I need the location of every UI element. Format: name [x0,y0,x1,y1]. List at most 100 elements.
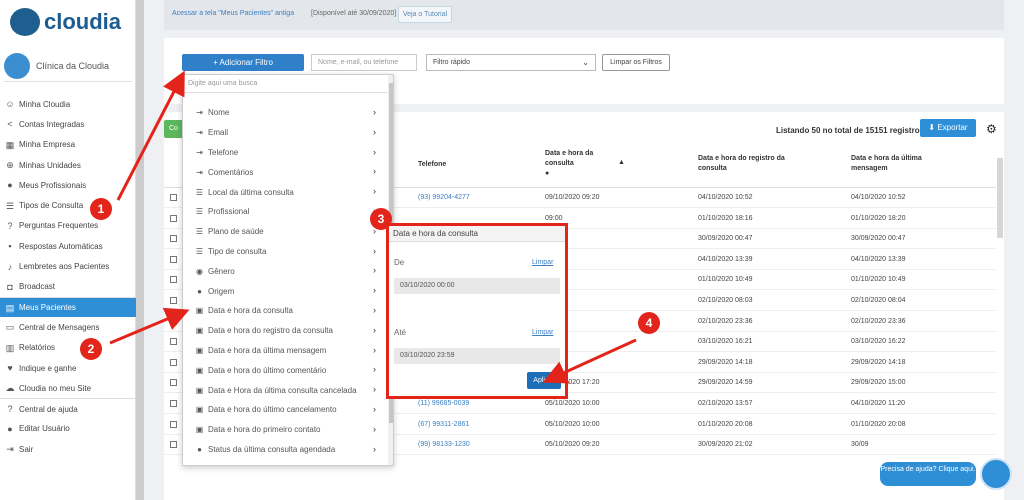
list-icon: ☰ [195,227,204,237]
partial-green-button[interactable]: Co [164,120,184,138]
registro-datetime: 30/09/2020 21:02 [698,441,753,449]
sidebar-item-lembretes[interactable]: ♪ Lembretes aos Pacientes [0,256,136,276]
clinic-selector[interactable]: Clínica da Cloudia [4,50,132,82]
sidebar-item-meus-profissionais[interactable]: ● Meus Profissionais [0,175,136,195]
sidebar-item-editar-usuario[interactable]: ● Editar Usuário [0,419,136,439]
patient-phone[interactable]: (93) 99204-4277 [418,194,470,201]
row-checkbox[interactable] [170,441,177,449]
export-button[interactable]: ⬇ Exportar [920,119,976,137]
row-checkbox[interactable] [170,297,177,304]
listing-count: Listando 50 no total de 15151 registros [776,126,925,135]
filter-option[interactable]: ☰ Local da última consulta › [183,182,388,202]
patient-phone[interactable]: (11) 99685-0039 [418,400,469,407]
header-mensagem[interactable]: Data e hora da última mensagem [851,154,931,174]
clear-to-link[interactable]: Limpar [532,329,553,336]
filter-option[interactable]: ▣ Data e hora da consulta › [183,301,388,321]
row-checkbox[interactable] [170,214,177,222]
mensagem-datetime: 02/10/2020 08:04 [851,297,906,304]
tutorial-button[interactable]: Veja o Tutorial [398,6,452,23]
row-checkbox[interactable] [170,400,177,407]
filter-option[interactable]: ▣ Data e hora da última mensagem › [183,341,388,361]
sidebar-item-broadcast[interactable]: ◘ Broadcast [0,277,136,297]
row-checkbox[interactable] [170,317,177,325]
help-mascot-avatar[interactable] [980,458,1012,490]
sidebar-item-tipos-de-consulta[interactable]: ☰ Tipos de Consulta [0,195,136,215]
filter-option[interactable]: ▣ Data e hora do último cancelamento › [183,400,388,420]
quick-filter-select[interactable]: Filtro rápido ⌄ [426,54,596,71]
sidebar-item-respostas-automaticas[interactable]: ▪ Respostas Automáticas [0,236,136,256]
row-checkbox[interactable] [170,235,177,243]
filter-option[interactable]: ⇥ Comentários › [183,162,388,182]
clear-from-link[interactable]: Limpar [532,259,553,266]
calendar-icon: ▣ [195,326,204,336]
registro-datetime: 29/09/2020 14:18 [698,358,753,366]
building-icon: ▦ [5,139,15,150]
filter-option-label: Email [208,128,229,138]
apply-button[interactable]: Aplicar [527,372,561,389]
cloudia-logo[interactable]: cloudia [10,6,121,38]
filter-option[interactable]: ⇥ Email › [183,123,388,143]
filter-option[interactable]: ▣ Data e hora do registro da consulta › [183,321,388,341]
registro-datetime: 01/10/2020 10:49 [698,276,753,284]
filter-option[interactable]: ⇥ Telefone › [183,143,388,163]
from-date-input[interactable]: 03/10/2020 00:00 [394,278,560,294]
filter-option[interactable]: ▣ Data e hora do primeiro contato › [183,420,388,440]
sidebar-scrollbar[interactable] [136,0,144,500]
sort-asc-icon[interactable]: ▲ [618,158,625,168]
row-checkbox[interactable] [170,420,177,428]
filter-option[interactable]: ☰ Tipo de consulta › [183,242,388,262]
old-screen-link[interactable]: Acessar a tela "Meus Pacientes" antiga [172,10,294,17]
header-registro[interactable]: Data e hora do registro da consulta [698,154,788,174]
question-icon: ? [7,220,13,231]
sidebar-item-sair[interactable]: ⇥ Sair [0,439,136,459]
user-icon: ● [7,423,13,434]
sidebar-item-cloudia-no-meu-site[interactable]: ☁ Cloudia no meu Site [0,378,136,398]
sidebar-item-meus-pacientes[interactable]: ▤ Meus Pacientes [0,296,136,318]
filter-option[interactable]: ▣ Data e Hora da última consulta cancelad… [183,380,388,400]
smile-icon: ☺ [5,99,15,110]
to-date-input[interactable]: 03/10/2020 23:59 [394,348,560,364]
filter-option[interactable]: ● Status da última consulta agendada › [183,440,388,460]
header-phone[interactable]: Telefone [418,160,446,170]
filter-option[interactable]: ◉ Gênero › [183,261,388,281]
filter-option[interactable]: ● Origem › [183,281,388,301]
sidebar-item-contas-integradas[interactable]: < Contas Integradas [0,114,136,134]
filter-option-label: Data e hora do último cancelamento [208,405,337,415]
filter-option-label: Telefone [208,147,239,157]
sidebar-item-central-de-ajuda[interactable]: ? Central de ajuda [0,398,136,418]
filter-option[interactable]: ☰Profissional› [183,202,388,222]
row-checkbox[interactable] [170,358,177,366]
header-consulta[interactable]: Data e hora da consulta ● [545,149,607,179]
search-input[interactable]: Nome, e-mail, ou telefone [311,54,417,71]
chevron-right-icon: › [373,265,376,276]
filter-option[interactable]: ● Comparecimento › [183,459,388,465]
clear-filters-button[interactable]: Limpar os Filtros [602,54,670,71]
row-checkbox[interactable] [170,276,177,284]
help-chat-button[interactable]: Precisa de ajuda? Clique aqui. [880,462,976,486]
gear-icon[interactable]: ⚙ [986,122,997,136]
row-checkbox[interactable] [170,255,177,263]
row-checkbox[interactable] [170,338,177,346]
filter-option[interactable]: ▣ Data e hora do último comentário › [183,360,388,380]
calendar-icon: ▣ [195,345,204,355]
filter-option[interactable]: ☰ Plano de saúde › [183,222,388,242]
sidebar-item-indique-e-ganhe[interactable]: ♥ Indique e ganhe [0,358,136,378]
sidebar-item-central-de-mensagens[interactable]: ▭ Central de Mensagens [0,317,136,337]
registro-datetime: 03/10/2020 16:21 [698,338,753,346]
patient-phone[interactable]: (67) 99311-2861 [418,421,469,428]
sidebar-item-minha-cloudia[interactable]: ☺ Minha Cloudia [0,94,136,114]
chevron-right-icon: › [373,443,376,454]
row-checkbox[interactable] [170,379,177,387]
row-checkbox[interactable] [170,194,177,201]
patient-phone[interactable]: (99) 98133-1230 [418,441,470,448]
sidebar-item-relatorios[interactable]: ▥ Relatórios [0,338,136,358]
sidebar-item-minha-empresa[interactable]: ▦ Minha Empresa [0,135,136,155]
list-icon: ☰ [195,246,204,256]
table-scrollbar[interactable] [997,158,1003,238]
add-filter-button[interactable]: + Adicionar Filtro [182,54,304,71]
sidebar-item-minhas-unidades[interactable]: ⊕ Minhas Unidades [0,155,136,175]
filter-option[interactable]: ⇥ Nome › [183,103,388,123]
sidebar-item-perguntas-frequentes[interactable]: ? Perguntas Frequentes [0,216,136,236]
dropdown-search-input[interactable]: Digite aqui uma busca [188,80,257,87]
sidebar-item-label: Broadcast [19,282,56,292]
